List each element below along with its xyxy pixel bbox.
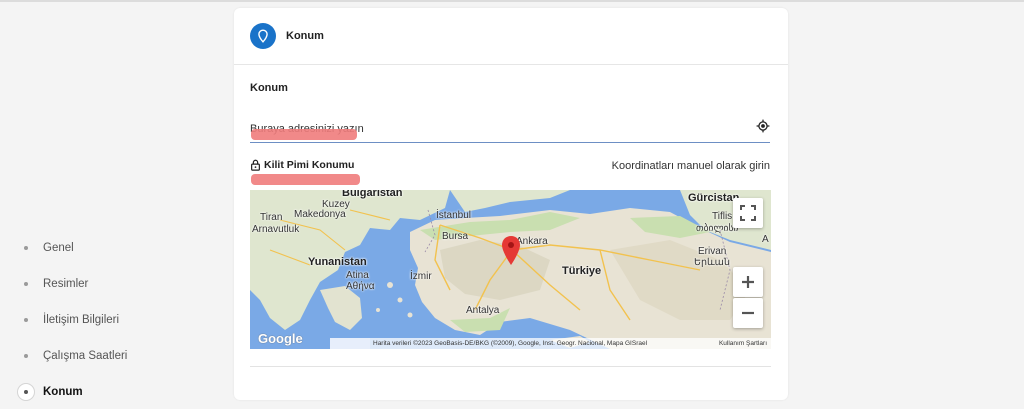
bullet-icon <box>16 282 36 286</box>
sidebar-item-iletisim[interactable]: İletişim Bilgileri <box>16 302 216 338</box>
map-label-makedonya: Makedonya <box>294 209 346 220</box>
card-title: Konum <box>286 30 324 42</box>
sidebar-item-genel[interactable]: Genel <box>16 230 216 266</box>
my-location-icon[interactable] <box>753 116 773 136</box>
google-logo: Google <box>258 331 303 346</box>
redaction-mark <box>251 129 357 140</box>
map-attribution: Harita verileri ©2023 GeoBasis-DE/BKG (©… <box>373 340 648 347</box>
scale-blank <box>330 338 370 349</box>
map-label-yunanistan: Yunanistan <box>308 256 367 268</box>
map-marker-icon[interactable] <box>501 236 521 266</box>
map-label-erivan: Erivan <box>698 246 727 257</box>
minus-icon <box>742 311 754 315</box>
lock-pin-toggle[interactable]: Kilit Pimi Konumu <box>250 159 354 171</box>
map-label-istanbul: İstanbul <box>436 210 472 221</box>
location-pin-icon <box>250 23 276 49</box>
map-label-tiflis: Tiflis <box>712 211 733 222</box>
fullscreen-icon <box>740 205 756 221</box>
lock-label: Kilit Pimi Konumu <box>264 159 355 171</box>
map-label-turkiye: Türkiye <box>562 265 602 277</box>
bullet-icon <box>16 354 36 358</box>
card-header: Konum <box>234 8 788 65</box>
sidebar-item-label: İletişim Bilgileri <box>43 314 120 326</box>
map-label-bulgaristan: Bulgaristan <box>342 190 403 199</box>
map-label-arnavutluk: Arnavutluk <box>252 224 300 235</box>
map-label-tiflis-ka: თბილისი <box>696 223 739 234</box>
top-divider <box>0 0 1024 2</box>
map-label-izmir: İzmir <box>410 271 432 282</box>
manual-coordinates-link[interactable]: Koordinatları manuel olarak girin <box>612 160 770 172</box>
map-label-gurcistan: Gürcistan <box>688 192 740 204</box>
fullscreen-button[interactable] <box>733 198 763 228</box>
zoom-out-button[interactable] <box>733 298 763 328</box>
sidebar-item-label: Konum <box>43 386 83 398</box>
map-label-erivan-hy: Երևան <box>694 257 730 268</box>
sidebar-item-label: Resimler <box>43 278 89 290</box>
map-view[interactable]: Bulgaristan Kuzey Makedonya Tiran Arnavu… <box>250 190 771 349</box>
sidebar-item-calisma-saatleri[interactable]: Çalışma Saatleri <box>16 338 216 374</box>
map-label-atina-gr: Αθήνα <box>346 281 375 292</box>
section-label: Konum <box>250 82 288 94</box>
location-card: Konum Konum Kilit Pimi Konumu Koordinatl… <box>234 8 788 400</box>
map-label-edge-a: A <box>762 234 769 245</box>
map-label-bursa: Bursa <box>442 231 469 242</box>
bottom-divider <box>250 366 771 367</box>
sidebar-nav: Genel Resimler İletişim Bilgileri Çalışm… <box>16 230 216 409</box>
map-label-atina: Atina <box>346 270 369 281</box>
map-attribution-bar: Harita verileri ©2023 GeoBasis-DE/BKG (©… <box>330 338 771 349</box>
lock-icon <box>251 159 260 171</box>
sidebar-item-konum[interactable]: Konum <box>16 374 216 409</box>
redaction-mark <box>251 174 360 185</box>
map-label-antalya: Antalya <box>466 305 500 316</box>
zoom-in-button[interactable] <box>733 267 763 297</box>
sidebar-item-label: Genel <box>43 242 74 254</box>
plus-icon <box>742 276 754 288</box>
sidebar-item-resimler[interactable]: Resimler <box>16 266 216 302</box>
sidebar-item-label: Çalışma Saatleri <box>43 350 128 362</box>
bullet-icon <box>16 318 36 322</box>
terms-link[interactable]: Kullanım Şartları <box>719 340 767 347</box>
map-label-tiran: Tiran <box>260 212 283 223</box>
bullet-icon <box>16 246 36 250</box>
active-step-icon <box>16 383 36 401</box>
